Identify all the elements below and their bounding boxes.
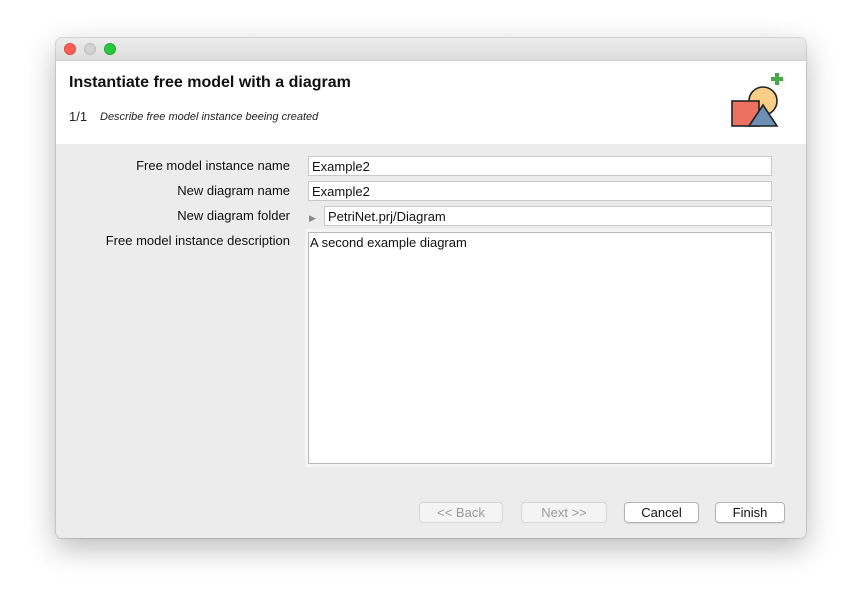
step-description: Describe free model instance beeing crea… — [100, 111, 319, 123]
description-textarea[interactable]: A second example diagram — [308, 232, 772, 464]
add-diagram-shapes-icon — [731, 73, 783, 127]
expand-folder-icon[interactable]: ▶ — [309, 212, 319, 224]
maximize-window-button[interactable] — [104, 43, 116, 55]
next-button[interactable]: Next >> — [521, 502, 607, 523]
dialog-title: Instantiate free model with a diagram — [69, 74, 351, 91]
instance-name-input[interactable]: Example2 — [308, 156, 772, 176]
minimize-window-button[interactable] — [84, 43, 96, 55]
dialog-window: Instantiate free model with a diagram 1/… — [56, 38, 806, 538]
back-button[interactable]: << Back — [419, 502, 503, 523]
diagram-name-label: New diagram name — [177, 183, 290, 198]
cancel-button[interactable]: Cancel — [624, 502, 699, 523]
description-label: Free model instance description — [105, 233, 290, 248]
instance-name-label: Free model instance name — [136, 158, 290, 173]
diagram-folder-field[interactable]: PetriNet.prj/Diagram — [324, 206, 772, 226]
title-bar — [56, 38, 806, 61]
finish-button[interactable]: Finish — [715, 502, 785, 523]
close-window-button[interactable] — [64, 43, 76, 55]
dialog-header: Instantiate free model with a diagram 1/… — [56, 61, 806, 144]
description-textarea-wrapper: A second example diagram — [305, 229, 775, 467]
diagram-name-input[interactable]: Example2 — [308, 181, 772, 201]
step-counter: 1/1 — [69, 109, 88, 124]
diagram-folder-label: New diagram folder — [177, 208, 290, 223]
